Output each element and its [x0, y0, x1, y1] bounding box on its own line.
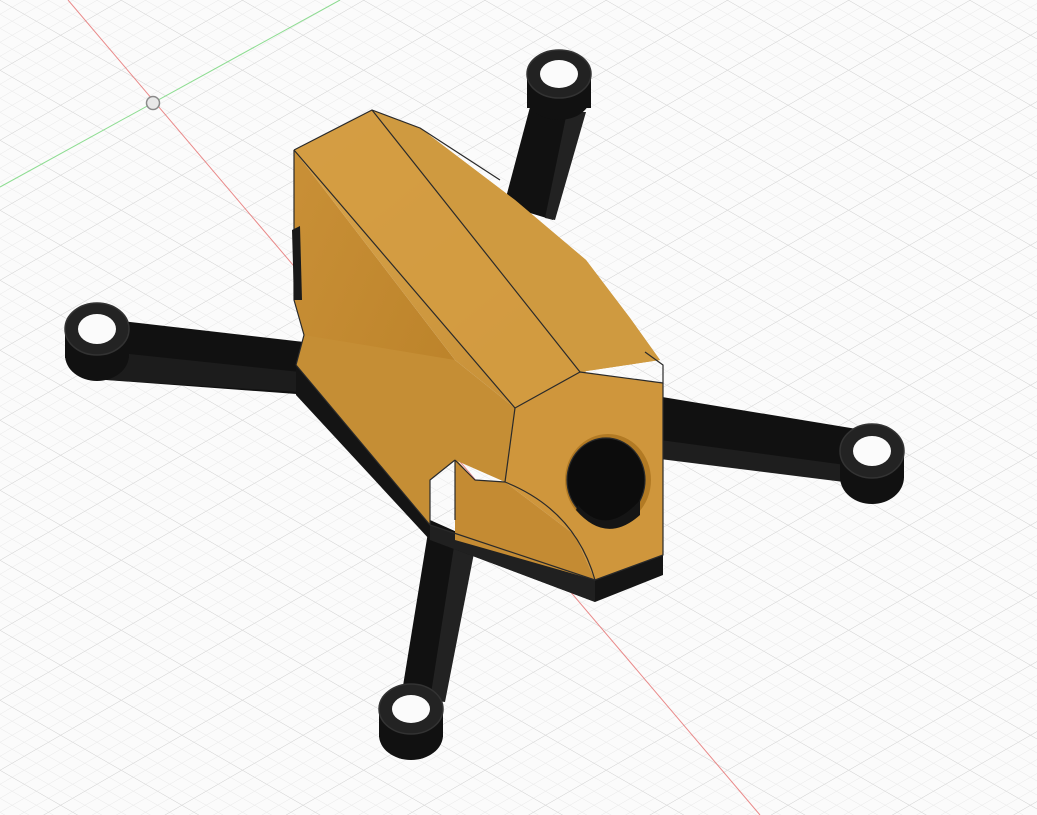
cad-viewport[interactable] — [0, 0, 1037, 815]
origin-point-icon — [145, 95, 161, 111]
viewport-canvas[interactable] — [0, 0, 1037, 815]
